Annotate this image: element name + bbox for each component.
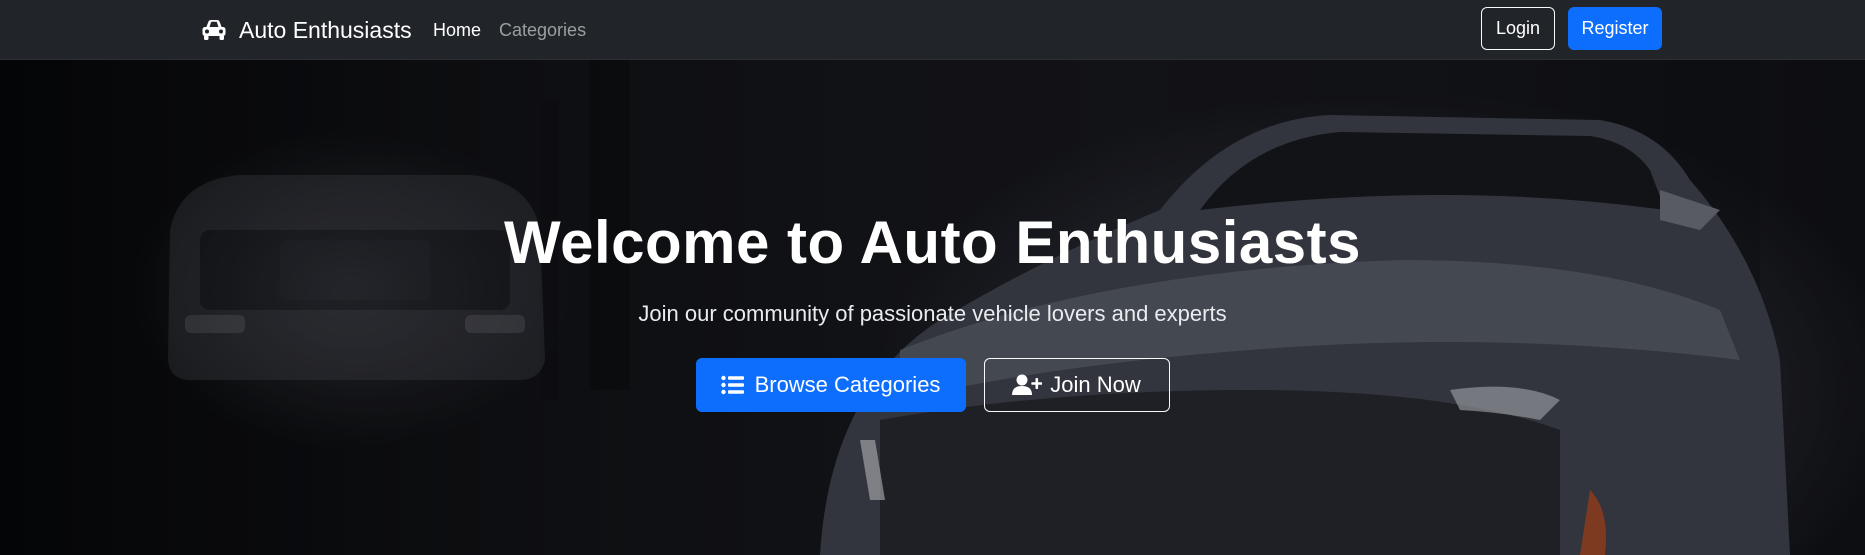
brand-link[interactable]: Auto Enthusiasts [201, 0, 412, 60]
hero-buttons: Browse Categories Join Now [0, 358, 1865, 412]
join-now-button[interactable]: Join Now [983, 358, 1170, 412]
list-icon [720, 375, 744, 395]
browse-categories-label: Browse Categories [754, 372, 941, 397]
user-plus-icon [1012, 374, 1043, 395]
hero-title: Welcome to Auto Enthusiasts [504, 209, 1361, 276]
browse-categories-button[interactable]: Browse Categories [695, 358, 966, 412]
nav-link-categories[interactable]: Categories [499, 20, 586, 41]
register-button[interactable]: Register [1568, 7, 1662, 50]
navbar: Auto Enthusiasts Home Categories Login R… [0, 0, 1865, 60]
login-button[interactable]: Login [1481, 7, 1555, 50]
car-icon [202, 20, 226, 40]
hero-section: Welcome to Auto Enthusiasts Join our com… [0, 60, 1865, 555]
brand-name: Auto Enthusiasts [239, 16, 412, 43]
nav-link-home[interactable]: Home [433, 20, 481, 41]
join-now-label: Join Now [1050, 372, 1141, 397]
hero-subtitle: Join our community of passionate vehicle… [638, 301, 1227, 326]
nav-actions: Login Register [1481, 7, 1662, 50]
nav-links: Home Categories [433, 0, 586, 60]
